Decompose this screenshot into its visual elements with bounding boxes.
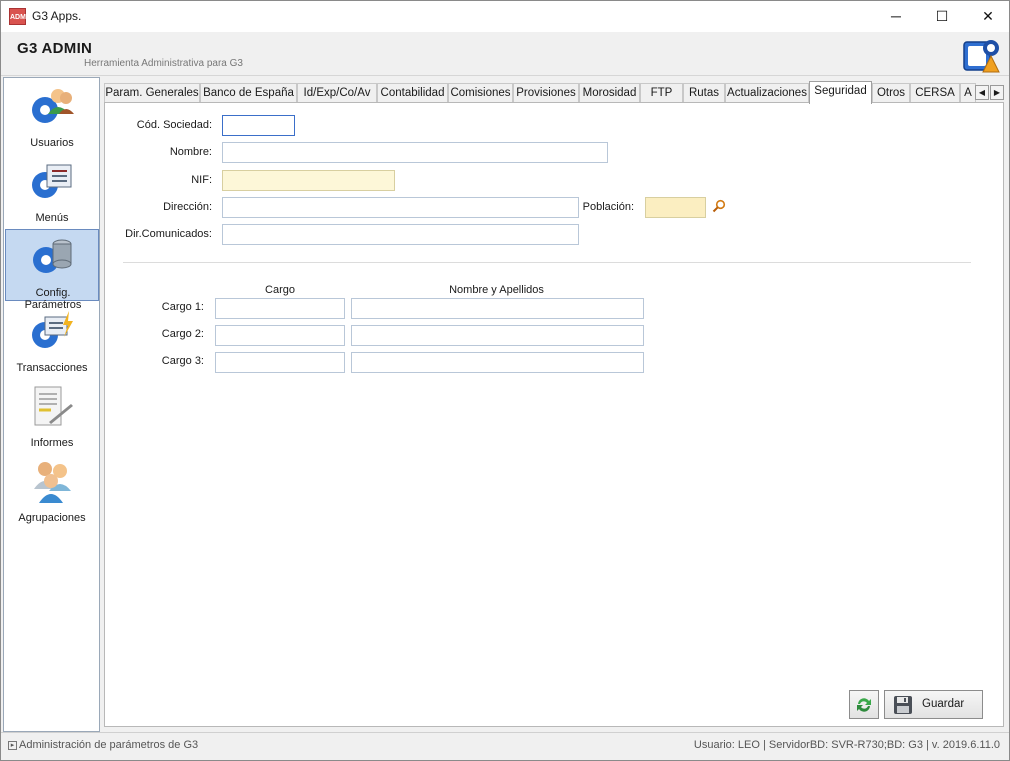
app-header: G3 ADMIN Herramienta Administrativa para…: [1, 32, 1009, 76]
nombre-label: Nombre:: [169, 146, 212, 158]
sidebar-item-config-parametros[interactable]: Config. Parámetros: [5, 229, 99, 311]
tab-cersa[interactable]: CERSA: [910, 83, 960, 103]
status-expand-icon[interactable]: ▸: [8, 740, 17, 750]
poblacion-label: Población:: [582, 201, 634, 213]
app-icon: ADM: [9, 8, 26, 25]
search-icon[interactable]: [712, 199, 726, 213]
cargo-column-header: Cargo: [265, 284, 295, 296]
status-session-info: Usuario: LEO | ServidorBD: SVR-R730;BD: …: [693, 739, 1000, 751]
cargo-row-label: Cargo 2:: [161, 328, 204, 340]
users-gear-icon: [32, 89, 74, 123]
sidebar: Usuarios Menús Config. Parámetros Transa…: [3, 77, 100, 732]
cod-sociedad-label: Cód. Sociedad:: [136, 119, 212, 131]
cargo-2-input[interactable]: [215, 325, 345, 346]
nombre-apellidos-column-header: Nombre y Apellidos: [449, 284, 544, 296]
app-window: ADM G3 Apps. ─ ☐ ✕ G3 ADMIN Herramienta …: [0, 0, 1010, 761]
cargo-1-input[interactable]: [215, 298, 345, 319]
menu-gear-icon: [32, 164, 72, 198]
sidebar-item-transacciones[interactable]: Transacciones: [5, 305, 99, 377]
tab-contabilidad[interactable]: Contabilidad: [377, 83, 448, 103]
status-bar: ▸ Administración de parámetros de G3 Usua…: [1, 732, 1009, 760]
tab-provisiones[interactable]: Provisiones: [513, 83, 579, 103]
maximize-button[interactable]: ☐: [919, 1, 965, 32]
dir-comunicados-input[interactable]: [222, 224, 579, 245]
report-document-icon: [34, 386, 73, 426]
nombre-3-input[interactable]: [351, 352, 644, 373]
app-title: G3 ADMIN: [17, 40, 93, 57]
tab-strip: Param. Generales Banco de España Id/Exp/…: [104, 81, 1004, 104]
tab-param-generales[interactable]: Param. Generales: [104, 83, 200, 103]
close-button[interactable]: ✕: [965, 1, 1010, 32]
tab-morosidad[interactable]: Morosidad: [579, 83, 640, 103]
nombre-1-input[interactable]: [351, 298, 644, 319]
transactions-gear-icon: [32, 311, 73, 348]
tab-otros[interactable]: Otros: [872, 83, 910, 103]
sidebar-item-informes[interactable]: Informes: [5, 380, 99, 452]
cargo-3-input[interactable]: [215, 352, 345, 373]
title-bar: ADM G3 Apps. ─ ☐ ✕: [1, 1, 1009, 32]
cod-sociedad-input[interactable]: [222, 115, 295, 136]
tab-actualizaciones[interactable]: Actualizaciones: [725, 83, 809, 103]
poblacion-input[interactable]: [645, 197, 706, 218]
section-divider: [123, 262, 971, 263]
database-gear-icon: [33, 239, 72, 273]
status-message: Administración de parámetros de G3: [19, 739, 199, 751]
tab-comisiones[interactable]: Comisiones: [448, 83, 513, 103]
group-users-icon: [34, 462, 71, 503]
nif-label: NIF:: [191, 174, 212, 186]
tab-seguridad[interactable]: Seguridad: [809, 81, 872, 104]
nombre-input[interactable]: [222, 142, 608, 163]
sidebar-item-menus[interactable]: Menús: [5, 155, 99, 227]
app-subtitle: Herramienta Administrativa para G3: [84, 58, 243, 69]
direccion-label: Dirección:: [163, 201, 212, 213]
dir-comunicados-label: Dir.Comunicados:: [125, 228, 212, 240]
direccion-input[interactable]: [222, 197, 579, 218]
tab-scroll-left-button[interactable]: ◀: [975, 85, 989, 100]
nombre-2-input[interactable]: [351, 325, 644, 346]
floppy-disk-icon: [894, 696, 912, 714]
tab-ftp[interactable]: FTP: [640, 83, 683, 103]
status-left: ▸ Administración de parámetros de G3: [8, 739, 198, 751]
tab-id-exp-co-av[interactable]: Id/Exp/Co/Av: [297, 83, 377, 103]
tab-rutas[interactable]: Rutas: [683, 83, 725, 103]
cargo-row-label: Cargo 1:: [161, 301, 204, 313]
content-area: Param. Generales Banco de España Id/Exp/…: [102, 77, 1007, 732]
sidebar-item-usuarios[interactable]: Usuarios: [5, 80, 99, 152]
refresh-button[interactable]: [849, 690, 879, 719]
minimize-button[interactable]: ─: [873, 1, 919, 32]
save-button[interactable]: Guardar: [884, 690, 983, 719]
sidebar-item-label: Menús: [35, 212, 69, 224]
sidebar-item-agrupaciones[interactable]: Agrupaciones: [5, 455, 99, 527]
admin-logo-icon: [963, 40, 1000, 73]
save-button-label: Guardar: [922, 698, 965, 710]
tab-banco-espana[interactable]: Banco de España: [200, 83, 297, 103]
sidebar-item-label: Usuarios: [30, 137, 74, 149]
nif-input[interactable]: [222, 170, 395, 191]
refresh-icon: [857, 698, 871, 712]
sidebar-item-label: Transacciones: [16, 362, 88, 374]
tab-overflow[interactable]: A: [960, 83, 976, 103]
cargo-row-label: Cargo 3:: [161, 355, 204, 367]
seguridad-panel: Cód. Sociedad: Nombre: NIF: Dirección: P…: [104, 102, 1004, 727]
sidebar-item-label: Agrupaciones: [18, 512, 86, 524]
sidebar-item-label: Informes: [30, 437, 74, 449]
tab-scroll-right-button[interactable]: ▶: [990, 85, 1004, 100]
window-title: G3 Apps.: [32, 9, 82, 23]
